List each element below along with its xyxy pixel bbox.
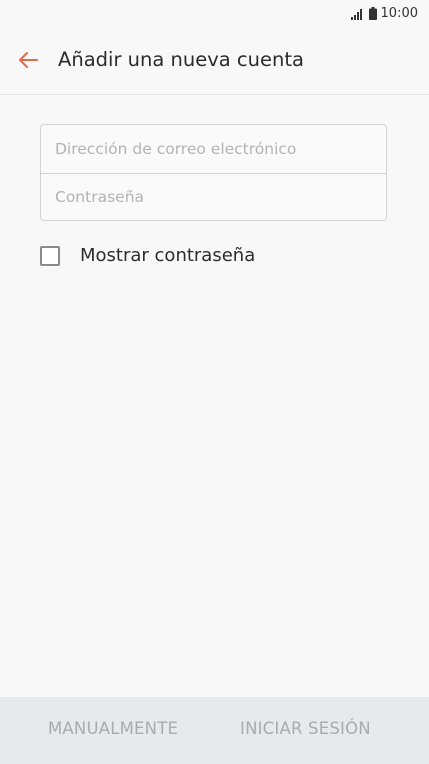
page-title: Añadir una nueva cuenta [58,48,304,71]
status-bar: 10:00 [0,0,429,30]
account-form [40,124,387,221]
back-button[interactable] [16,50,40,74]
arrow-left-icon [17,51,39,73]
show-password-label: Mostrar contraseña [80,245,256,266]
app-bar: Añadir una nueva cuenta [0,30,429,95]
status-indicators: 10:00 [350,6,418,21]
show-password-toggle[interactable]: Mostrar contraseña [40,245,255,266]
manual-setup-button[interactable]: MANUALMENTE [48,719,178,738]
sign-in-button[interactable]: INICIAR SESIÓN [240,719,371,738]
password-field[interactable] [41,173,386,221]
show-password-checkbox[interactable] [40,245,60,266]
email-field[interactable] [41,125,386,173]
bottom-action-bar: MANUALMENTE INICIAR SESIÓN [0,697,429,764]
status-time: 10:00 [380,6,418,21]
battery-icon [368,7,377,20]
signal-icon [350,8,365,20]
